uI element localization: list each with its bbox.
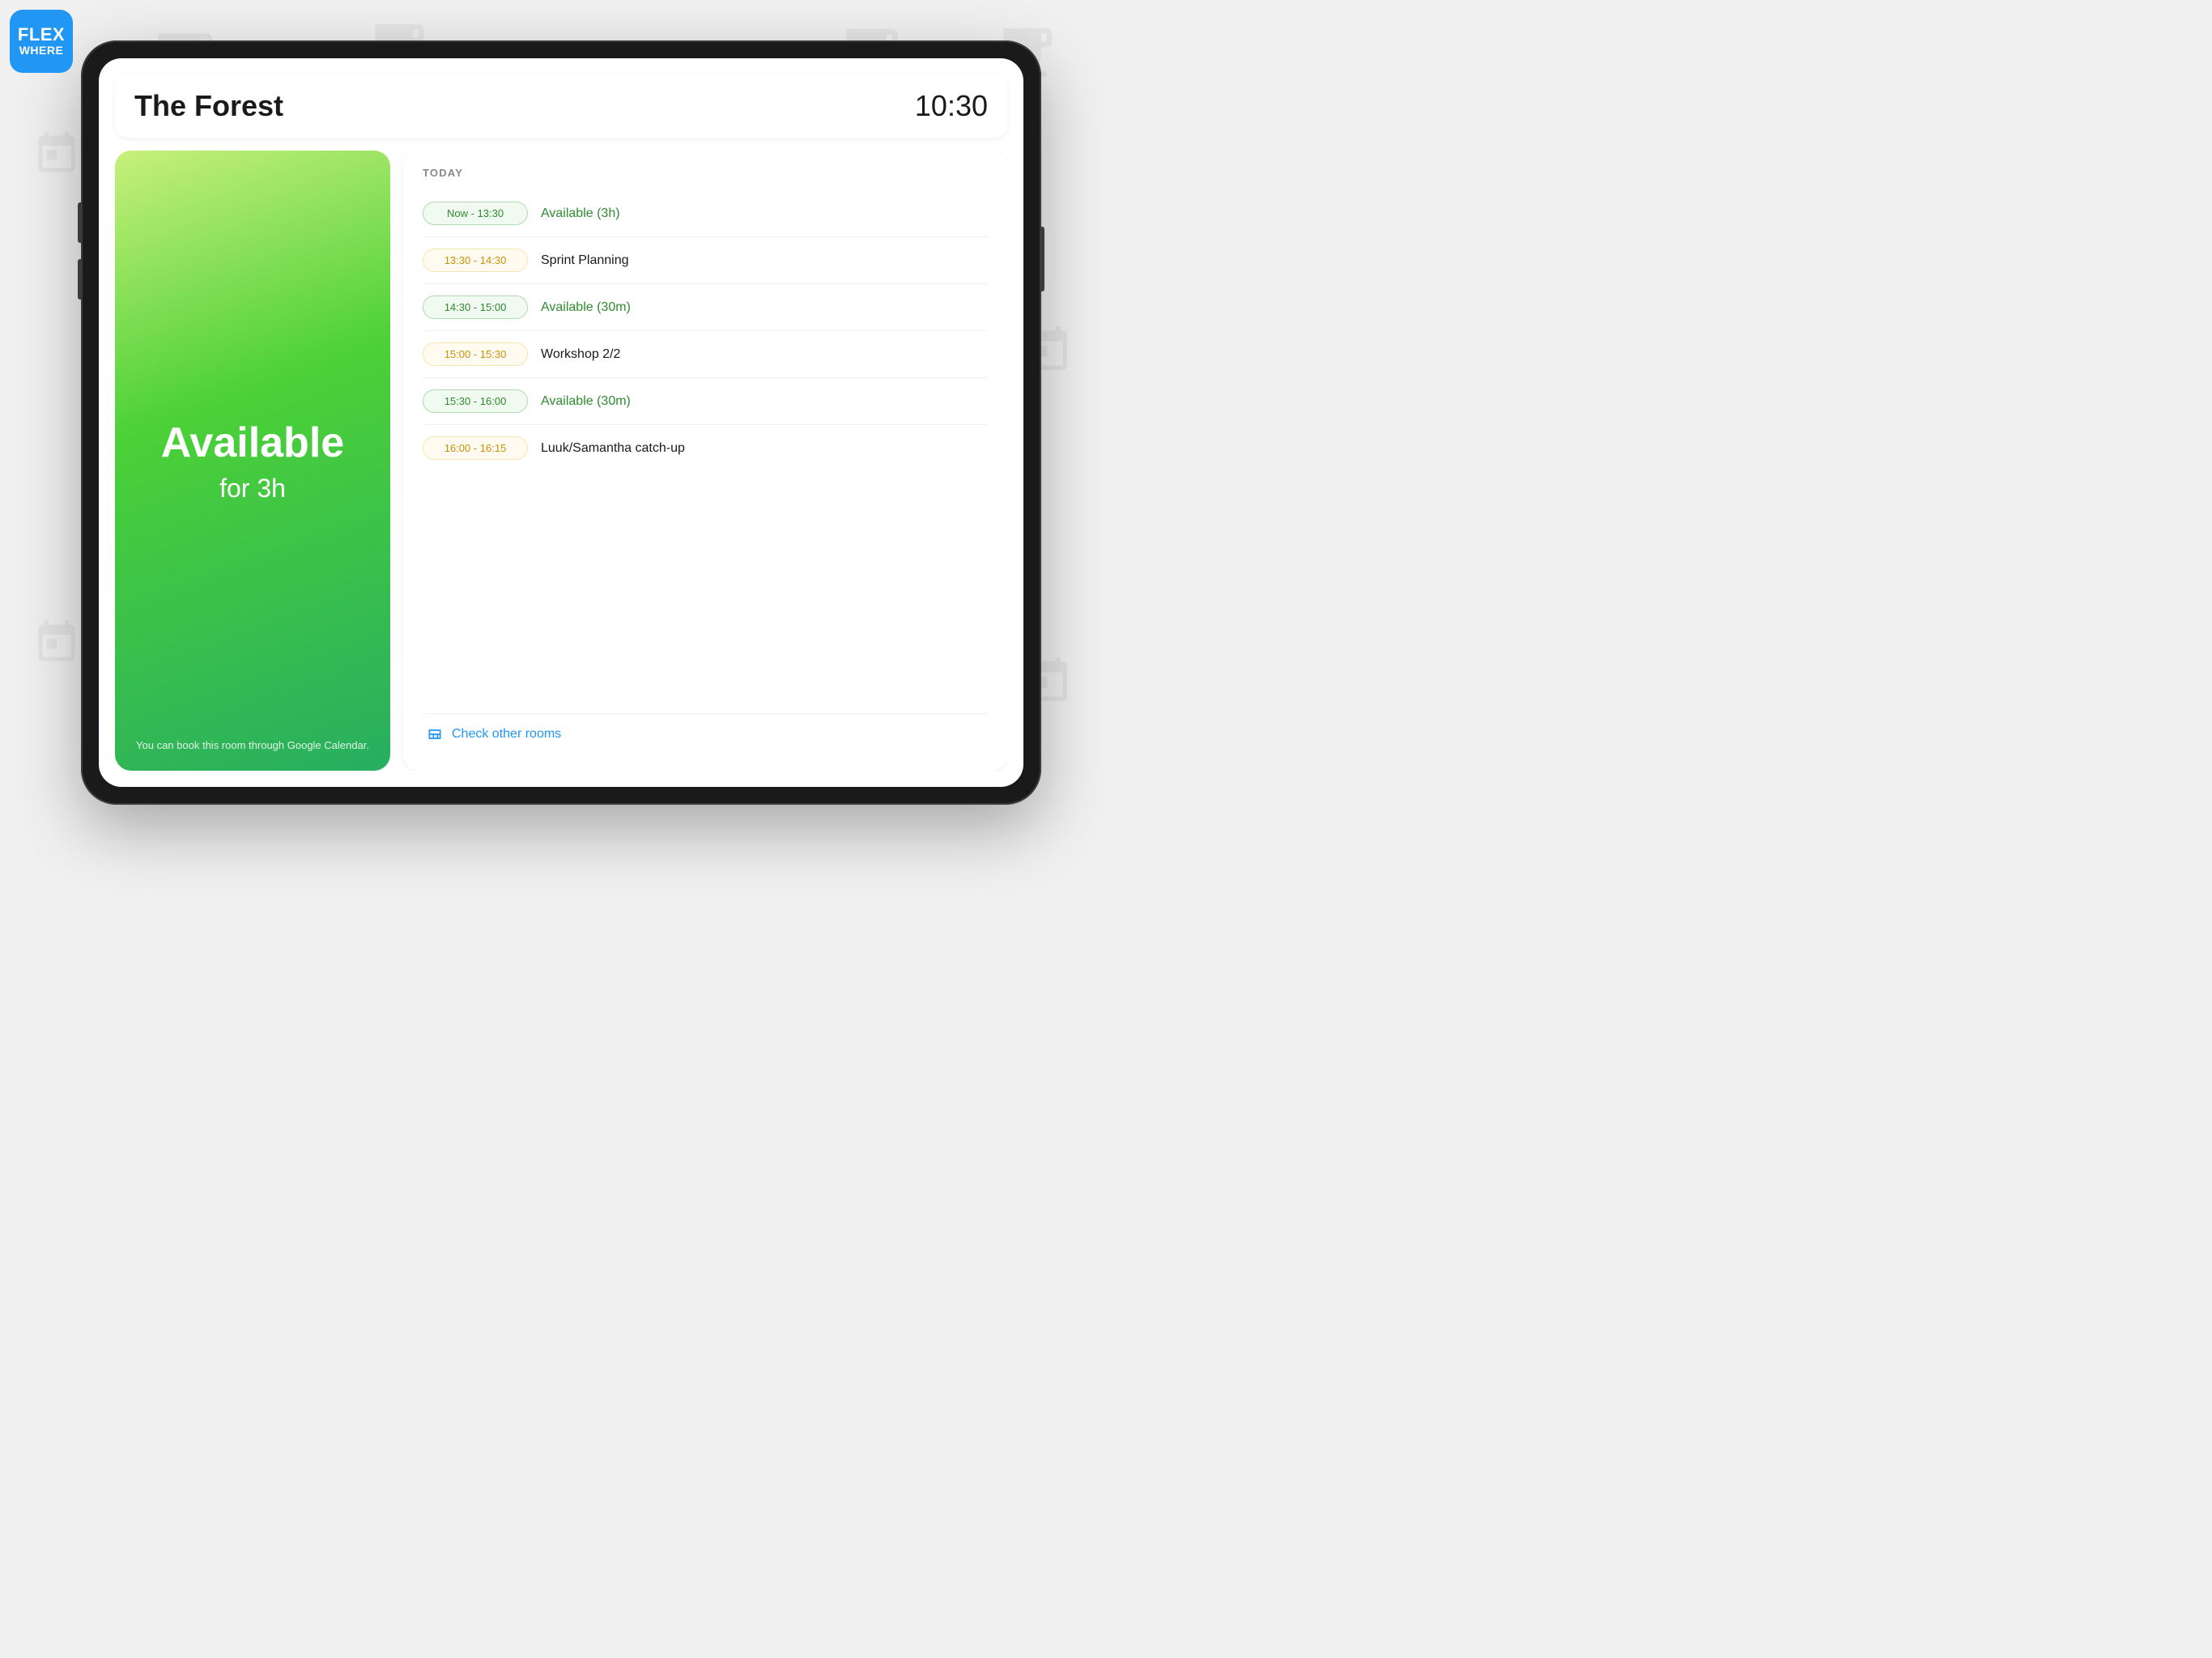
availability-panel: Available for 3h You can book this room … (115, 151, 390, 771)
ipad-frame: The Forest 10:30 Available for 3h You ca… (81, 40, 1041, 805)
schedule-item: 15:00 - 15:30 Workshop 2/2 (423, 331, 988, 378)
room-name: The Forest (134, 89, 283, 123)
time-badge: 16:00 - 16:15 (423, 436, 528, 460)
time-badge: Now - 13:30 (423, 202, 528, 225)
check-rooms-label: Check other rooms (452, 727, 561, 742)
logo-line2: WHERE (19, 45, 64, 57)
schedule-item: 16:00 - 16:15 Luuk/Samantha catch-up (423, 425, 988, 471)
availability-duration: for 3h (219, 474, 286, 504)
ipad-power-button (1040, 227, 1044, 291)
booking-hint: You can book this room through Google Ca… (115, 739, 390, 751)
event-name: Available (30m) (541, 394, 631, 409)
event-name: Workshop 2/2 (541, 347, 620, 362)
ipad-side-button (78, 202, 82, 243)
schedule-label: TODAY (423, 167, 988, 179)
main-layout: Available for 3h You can book this room … (115, 151, 1007, 771)
logo-line1: FLEX (18, 25, 65, 45)
ipad-side-button-2 (78, 259, 82, 300)
current-time: 10:30 (915, 89, 988, 123)
check-other-rooms-button[interactable]: Check other rooms (423, 713, 988, 755)
header-bar: The Forest 10:30 (115, 74, 1007, 138)
schedule-item: 13:30 - 14:30 Sprint Planning (423, 237, 988, 284)
event-name: Sprint Planning (541, 253, 629, 268)
time-badge: 14:30 - 15:00 (423, 295, 528, 319)
event-name: Luuk/Samantha catch-up (541, 441, 685, 456)
schedule-item: 14:30 - 15:00 Available (30m) (423, 284, 988, 331)
time-badge: 13:30 - 14:30 (423, 249, 528, 272)
time-badge: 15:30 - 16:00 (423, 389, 528, 413)
schedule-item: 15:30 - 16:00 Available (30m) (423, 378, 988, 425)
schedule-list: Now - 13:30 Available (3h) 13:30 - 14:30… (423, 190, 988, 713)
time-badge: 15:00 - 15:30 (423, 342, 528, 366)
event-name: Available (3h) (541, 206, 620, 221)
schedule-panel: TODAY Now - 13:30 Available (3h) 13:30 -… (403, 151, 1007, 771)
flexwhere-logo: FLEX WHERE (10, 10, 73, 73)
schedule-item: Now - 13:30 Available (3h) (423, 190, 988, 237)
screen-content: The Forest 10:30 Available for 3h You ca… (99, 58, 1023, 787)
ipad-screen: The Forest 10:30 Available for 3h You ca… (99, 58, 1023, 787)
rooms-icon (426, 725, 444, 743)
event-name: Available (30m) (541, 300, 631, 315)
availability-status: Available (161, 419, 344, 467)
